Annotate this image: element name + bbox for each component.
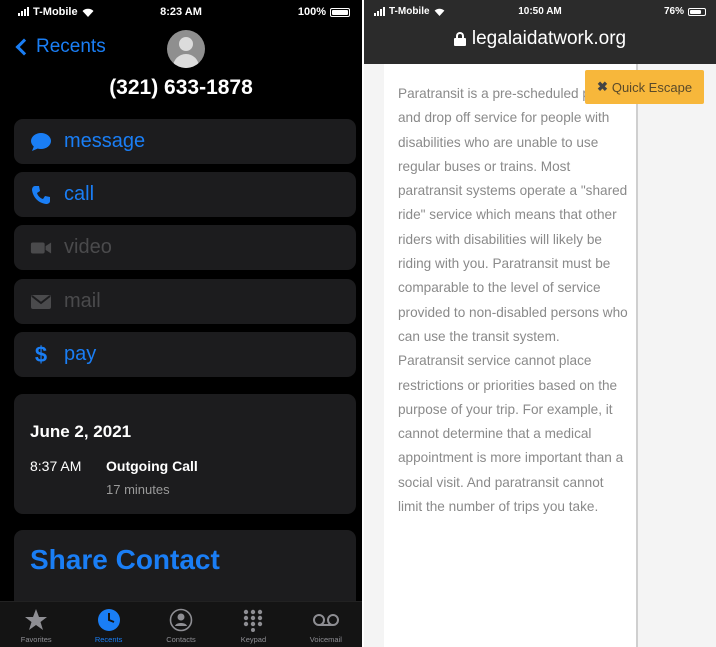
battery-percent: 100% <box>297 6 326 18</box>
url-text: legalaidatwork.org <box>471 28 627 49</box>
clock-icon <box>97 607 121 633</box>
video-button[interactable]: video <box>14 225 356 270</box>
battery-percent: 76% <box>663 6 684 17</box>
tab-voicemail-label: Voicemail <box>309 635 342 644</box>
call-time: 8:37 AM <box>30 458 82 474</box>
close-icon: ✖ <box>596 79 608 94</box>
tab-keypad[interactable]: Keypad <box>217 602 289 647</box>
tab-recents-label: Recents <box>94 635 123 644</box>
chevron-left-icon <box>15 38 33 56</box>
browser-header: T-Mobile 10:50 AM 76% legalaidatwork.org <box>364 0 716 64</box>
envelope-icon <box>30 291 52 313</box>
tab-keypad-label: Keypad <box>240 635 267 644</box>
back-button[interactable]: Recents <box>14 36 106 58</box>
call-button[interactable]: call <box>14 172 356 217</box>
status-bar: T-Mobile 8:23 AM 100% <box>0 0 362 24</box>
tab-contacts[interactable]: Contacts <box>145 602 217 647</box>
quick-escape-button[interactable]: ✖ Quick Escape <box>585 70 704 104</box>
dollar-icon: $ <box>34 341 48 367</box>
share-contact-label: Share Contact <box>30 544 220 575</box>
pay-button[interactable]: $ pay <box>14 332 356 377</box>
keypad-icon <box>241 607 265 633</box>
share-contact-button[interactable]: Share Contact <box>14 530 356 610</box>
call-type: Outgoing Call <box>106 458 198 474</box>
call-date: June 2, 2021 <box>30 422 132 441</box>
contact-detail-screen: T-Mobile 8:23 AM 100% Recents (321) 633-… <box>0 0 362 647</box>
message-bubble-icon <box>30 131 52 153</box>
battery-icon <box>688 7 706 16</box>
phone-icon <box>30 184 52 206</box>
tab-voicemail[interactable]: Voicemail <box>290 602 362 647</box>
status-bar: T-Mobile 10:50 AM 76% <box>364 0 716 22</box>
tab-favorites-label: Favorites <box>20 635 52 644</box>
browser-screen: T-Mobile 10:50 AM 76% legalaidatwork.org… <box>364 0 716 647</box>
call-duration: 17 minutes <box>106 482 170 497</box>
contact-phone-number: (321) 633-1878 <box>109 76 253 99</box>
battery-indicator: 76% <box>664 6 706 17</box>
person-circle-icon <box>169 607 193 633</box>
tab-favorites[interactable]: Favorites <box>0 602 72 647</box>
message-label: message <box>64 130 146 152</box>
call-label: call <box>64 183 95 205</box>
voicemail-icon <box>312 607 340 633</box>
lock-icon <box>453 32 466 46</box>
battery-indicator: 100% <box>298 6 350 18</box>
tab-contacts-label: Contacts <box>166 635 196 644</box>
tab-recents[interactable]: Recents <box>72 602 144 647</box>
battery-icon <box>330 7 350 17</box>
pay-label: pay <box>64 343 97 365</box>
mail-button[interactable]: mail <box>14 279 356 324</box>
video-label: video <box>64 236 112 258</box>
back-label: Recents <box>36 36 106 57</box>
avatar <box>167 30 205 68</box>
article-text: Paratransit is a pre-scheduled pick up a… <box>398 86 628 515</box>
mail-label: mail <box>64 290 101 312</box>
page-content: Paratransit is a pre-scheduled pick up a… <box>384 64 638 647</box>
video-camera-icon <box>30 237 52 259</box>
message-button[interactable]: message <box>14 119 356 164</box>
address-bar[interactable]: legalaidatwork.org <box>364 28 716 50</box>
call-history-card: June 2, 2021 8:37 AM Outgoing Call 17 mi… <box>14 394 356 514</box>
tab-bar: Favorites Recents Contacts Keypad Voicem… <box>0 601 362 647</box>
quick-escape-label: Quick Escape <box>611 79 693 95</box>
star-icon <box>24 607 48 633</box>
